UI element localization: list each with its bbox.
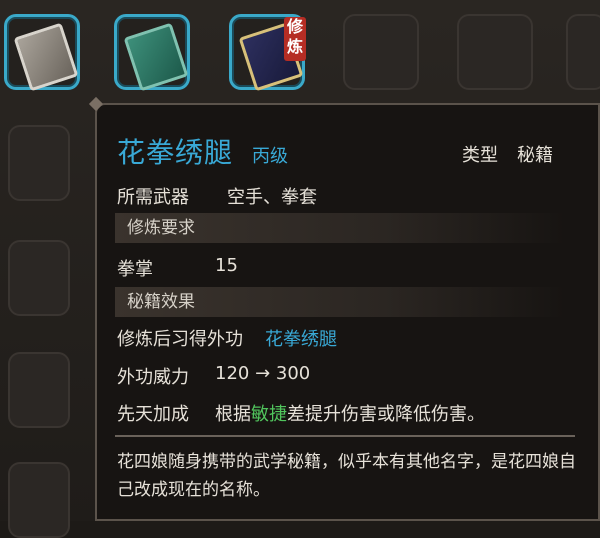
innate-label: 先天加成 bbox=[117, 404, 189, 425]
innate-post: 差提升伤害或降低伤害。 bbox=[287, 404, 485, 425]
effect-value: 花拳绣腿 bbox=[265, 329, 337, 350]
power-row: 外功威力 120 → 300 bbox=[117, 363, 310, 389]
type-label: 类型 bbox=[462, 145, 498, 166]
inventory-slot-4[interactable] bbox=[343, 14, 419, 90]
section-effects: 秘籍效果 bbox=[115, 287, 565, 317]
effect-row: 修炼后习得外功 花拳绣腿 bbox=[117, 325, 337, 351]
inventory-slot-left-2[interactable] bbox=[8, 240, 70, 316]
item-tooltip: 花拳绣腿 丙级 类型 秘籍 所需武器 空手、拳套 修炼要求 拳掌 15 秘籍效果… bbox=[88, 96, 600, 521]
innate-value: 根据敏捷差提升伤害或降低伤害。 bbox=[215, 400, 485, 426]
item-grade: 丙级 bbox=[252, 146, 288, 167]
item-title: 花拳绣腿 bbox=[117, 136, 234, 169]
inventory-slot-left-3[interactable] bbox=[8, 352, 70, 428]
gray-book-icon bbox=[13, 22, 79, 92]
inventory-slot-2[interactable] bbox=[114, 14, 190, 92]
weapon-row: 所需武器 空手、拳套 bbox=[117, 183, 317, 209]
inventory-slot-5[interactable] bbox=[457, 14, 533, 90]
innate-highlight: 敏捷 bbox=[251, 404, 287, 425]
inventory-slot-left-4[interactable] bbox=[8, 462, 70, 538]
innate-row: 先天加成 根据敏捷差提升伤害或降低伤害。 bbox=[117, 400, 485, 426]
effect-label: 修炼后习得外功 bbox=[117, 329, 243, 350]
section-requirements: 修炼要求 bbox=[115, 213, 565, 243]
inventory-slot-3[interactable]: 修炼 bbox=[229, 14, 306, 92]
green-book-icon bbox=[123, 22, 189, 92]
inventory-slot-6[interactable] bbox=[566, 14, 600, 90]
power-value: 120 → 300 bbox=[215, 363, 311, 384]
inventory-slot-left-1[interactable] bbox=[8, 125, 70, 201]
power-label: 外功威力 bbox=[117, 367, 189, 388]
cultivate-tag: 修炼 bbox=[284, 17, 306, 61]
req-value: 15 bbox=[215, 255, 238, 276]
type-value: 秘籍 bbox=[517, 145, 553, 166]
req-label: 拳掌 bbox=[117, 259, 153, 280]
req-row: 拳掌 15 bbox=[117, 255, 238, 281]
innate-pre: 根据 bbox=[215, 404, 251, 425]
weapon-label: 所需武器 bbox=[117, 187, 189, 208]
divider bbox=[115, 435, 575, 437]
item-description: 花四娘随身携带的武学秘籍，似乎本有其他名字，是花四娘自己改成现在的名称。 bbox=[117, 452, 576, 500]
inventory-slot-1[interactable] bbox=[4, 14, 80, 92]
weapon-value: 空手、拳套 bbox=[227, 187, 317, 208]
